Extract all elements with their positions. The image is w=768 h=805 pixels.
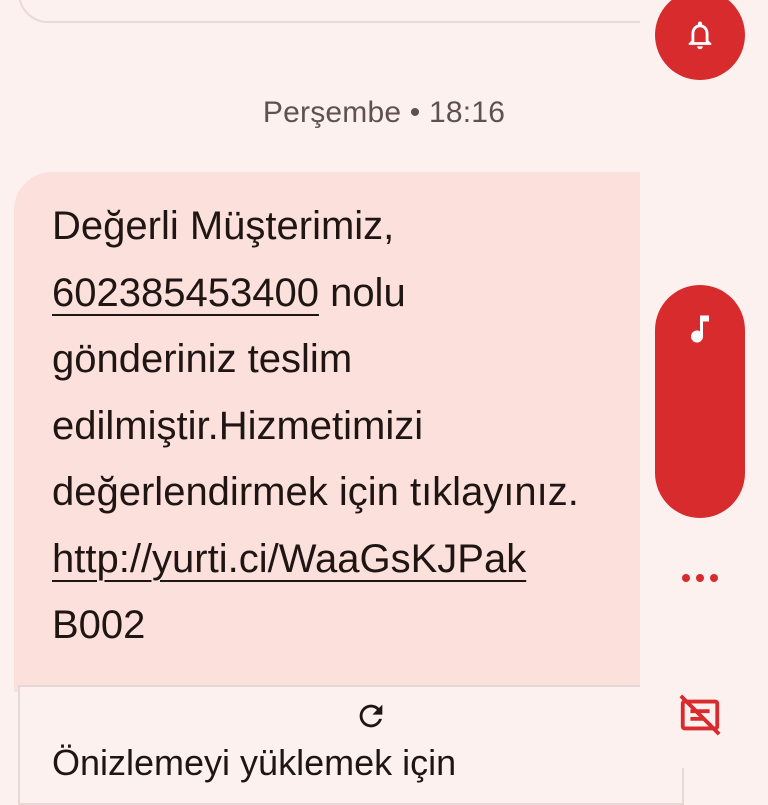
hide-preview-button[interactable] (655, 680, 745, 750)
message-line-text: nolu (318, 270, 406, 315)
message-line: edilmiştir.Hizmetimizi (52, 403, 424, 448)
message-text: Değerli Müşterimiz, 602385453400 nolu gö… (52, 193, 662, 659)
bell-icon (688, 21, 712, 50)
previous-message-card (18, 0, 668, 23)
more-options-button[interactable] (660, 548, 740, 608)
hide-preview-icon (679, 694, 721, 736)
message-line: değerlendirmek için tıklayınız. (52, 470, 579, 514)
message-line: gönderiniz teslim (52, 337, 353, 381)
message-line: 602385453400 nolu (52, 260, 662, 327)
message-line: B002 (52, 603, 146, 647)
tracking-number-link[interactable]: 602385453400 (52, 271, 319, 315)
message-line: Değerli Müşterimiz, (52, 204, 395, 248)
url-link[interactable]: http://yurti.ci/WaaGsKJPak (52, 526, 662, 593)
more-horizontal-icon (682, 574, 690, 582)
music-button[interactable] (655, 285, 745, 518)
preview-load-text: Önizlemeyi yüklemek için (52, 742, 457, 783)
music-note-icon (691, 315, 709, 343)
refresh-icon[interactable] (354, 699, 388, 733)
